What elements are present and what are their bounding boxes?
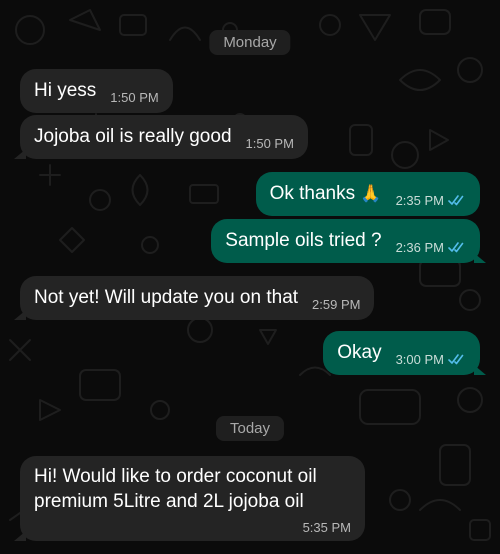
message-time: 2:36 PM bbox=[395, 239, 444, 255]
read-receipt-icon bbox=[448, 194, 466, 206]
message-time: 5:35 PM bbox=[302, 520, 351, 536]
message-text: Hi! Would like to order coconut oil prem… bbox=[34, 466, 317, 513]
message-meta: 2:59 PM bbox=[312, 297, 360, 312]
message-time: 1:50 PM bbox=[110, 89, 159, 105]
incoming-message[interactable]: Not yet! Will update you on that 2:59 PM bbox=[14, 276, 375, 320]
outgoing-message[interactable]: Sample oils tried ? 2:36 PM bbox=[211, 219, 486, 263]
outgoing-message[interactable]: Okay 3:00 PM bbox=[323, 331, 486, 375]
read-receipt-icon bbox=[448, 353, 466, 365]
message-meta: 1:50 PM bbox=[246, 136, 294, 151]
bubble-tail bbox=[14, 531, 26, 542]
message-text: Not yet! Will update you on that bbox=[34, 286, 299, 308]
message-meta: 2:36 PM bbox=[396, 240, 466, 255]
message-text: Sample oils tried ? bbox=[225, 229, 382, 251]
message-meta: 2:35 PM bbox=[396, 193, 466, 208]
incoming-message[interactable]: Jojoba oil is really good 1:50 PM bbox=[14, 115, 308, 159]
chat-area: Monday Hi yess 1:50 PM Jojoba oil is rea… bbox=[0, 0, 500, 554]
outgoing-message[interactable]: Ok thanks 🙏 2:35 PM bbox=[255, 172, 480, 216]
message-time: 3:00 PM bbox=[395, 351, 444, 367]
date-separator-monday: Monday bbox=[209, 30, 291, 55]
message-time: 2:35 PM bbox=[395, 192, 444, 208]
message-text: Jojoba oil is really good bbox=[34, 125, 232, 147]
bubble-tail bbox=[14, 149, 26, 159]
message-text: Ok thanks 🙏 bbox=[270, 183, 382, 206]
message-text: Hi yess bbox=[34, 79, 97, 101]
message-text: Okay bbox=[337, 341, 382, 363]
incoming-message[interactable]: Hi! Would like to order coconut oil prem… bbox=[14, 456, 365, 542]
message-time: 2:59 PM bbox=[312, 296, 361, 312]
incoming-message[interactable]: Hi yess 1:50 PM bbox=[20, 69, 173, 113]
message-time: 1:50 PM bbox=[245, 135, 294, 151]
message-text-content: Ok thanks bbox=[269, 182, 356, 204]
date-separator-today: Today bbox=[215, 416, 285, 441]
bubble-tail bbox=[14, 310, 26, 320]
read-receipt-icon bbox=[448, 241, 466, 253]
message-meta: 3:00 PM bbox=[396, 352, 466, 367]
bubble-tail bbox=[474, 253, 486, 263]
folded-hands-icon: 🙏 bbox=[360, 183, 382, 203]
bubble-tail bbox=[474, 365, 486, 375]
message-meta: 1:50 PM bbox=[110, 90, 158, 105]
